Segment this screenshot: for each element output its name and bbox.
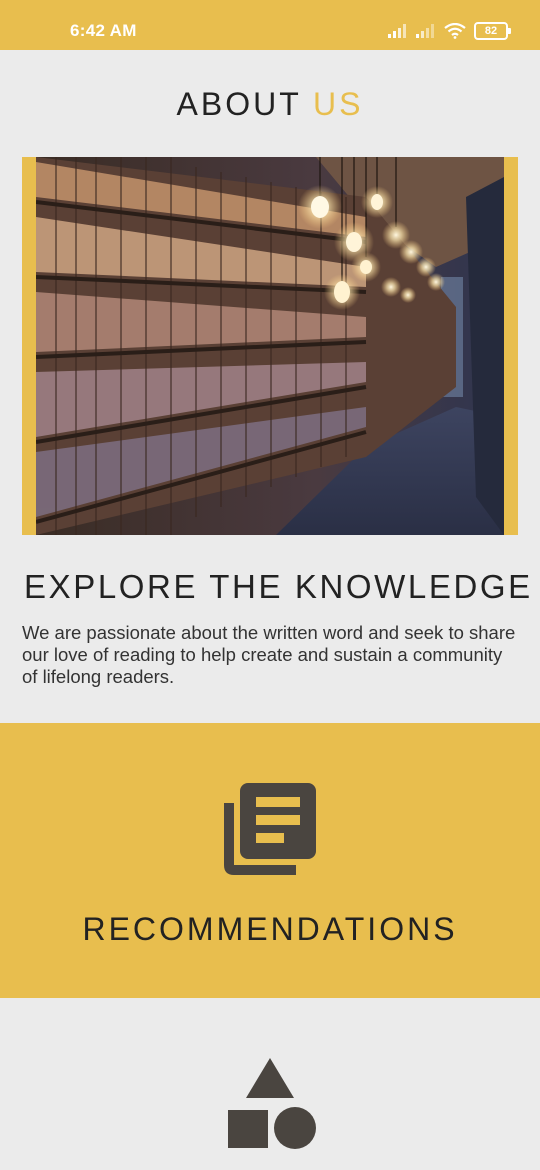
signal-icon: [388, 24, 406, 38]
status-bar: 6:42 AM 82: [0, 0, 540, 50]
wifi-icon: [444, 23, 466, 39]
section-headline: EXPLORE THE KNOWLEDGE: [24, 568, 533, 605]
hero-image-frame: [22, 157, 518, 535]
battery-level: 82: [484, 25, 498, 37]
recommendations-label: RECOMMENDATIONS: [82, 911, 458, 947]
library-books-icon: [224, 783, 316, 875]
status-icons: 82: [388, 20, 511, 42]
title-accent: US: [313, 86, 364, 122]
page-title: ABOUT US: [0, 86, 540, 123]
battery-icon: 82: [474, 22, 511, 40]
recommendations-section[interactable]: RECOMMENDATIONS: [0, 723, 540, 998]
library-photo: [36, 157, 504, 535]
signal-icon-2: [416, 24, 434, 38]
shapes-icon[interactable]: [228, 1056, 318, 1150]
title-main: ABOUT: [176, 86, 302, 122]
status-time: 6:42 AM: [70, 21, 137, 40]
section-description: We are passionate about the written word…: [22, 622, 516, 687]
